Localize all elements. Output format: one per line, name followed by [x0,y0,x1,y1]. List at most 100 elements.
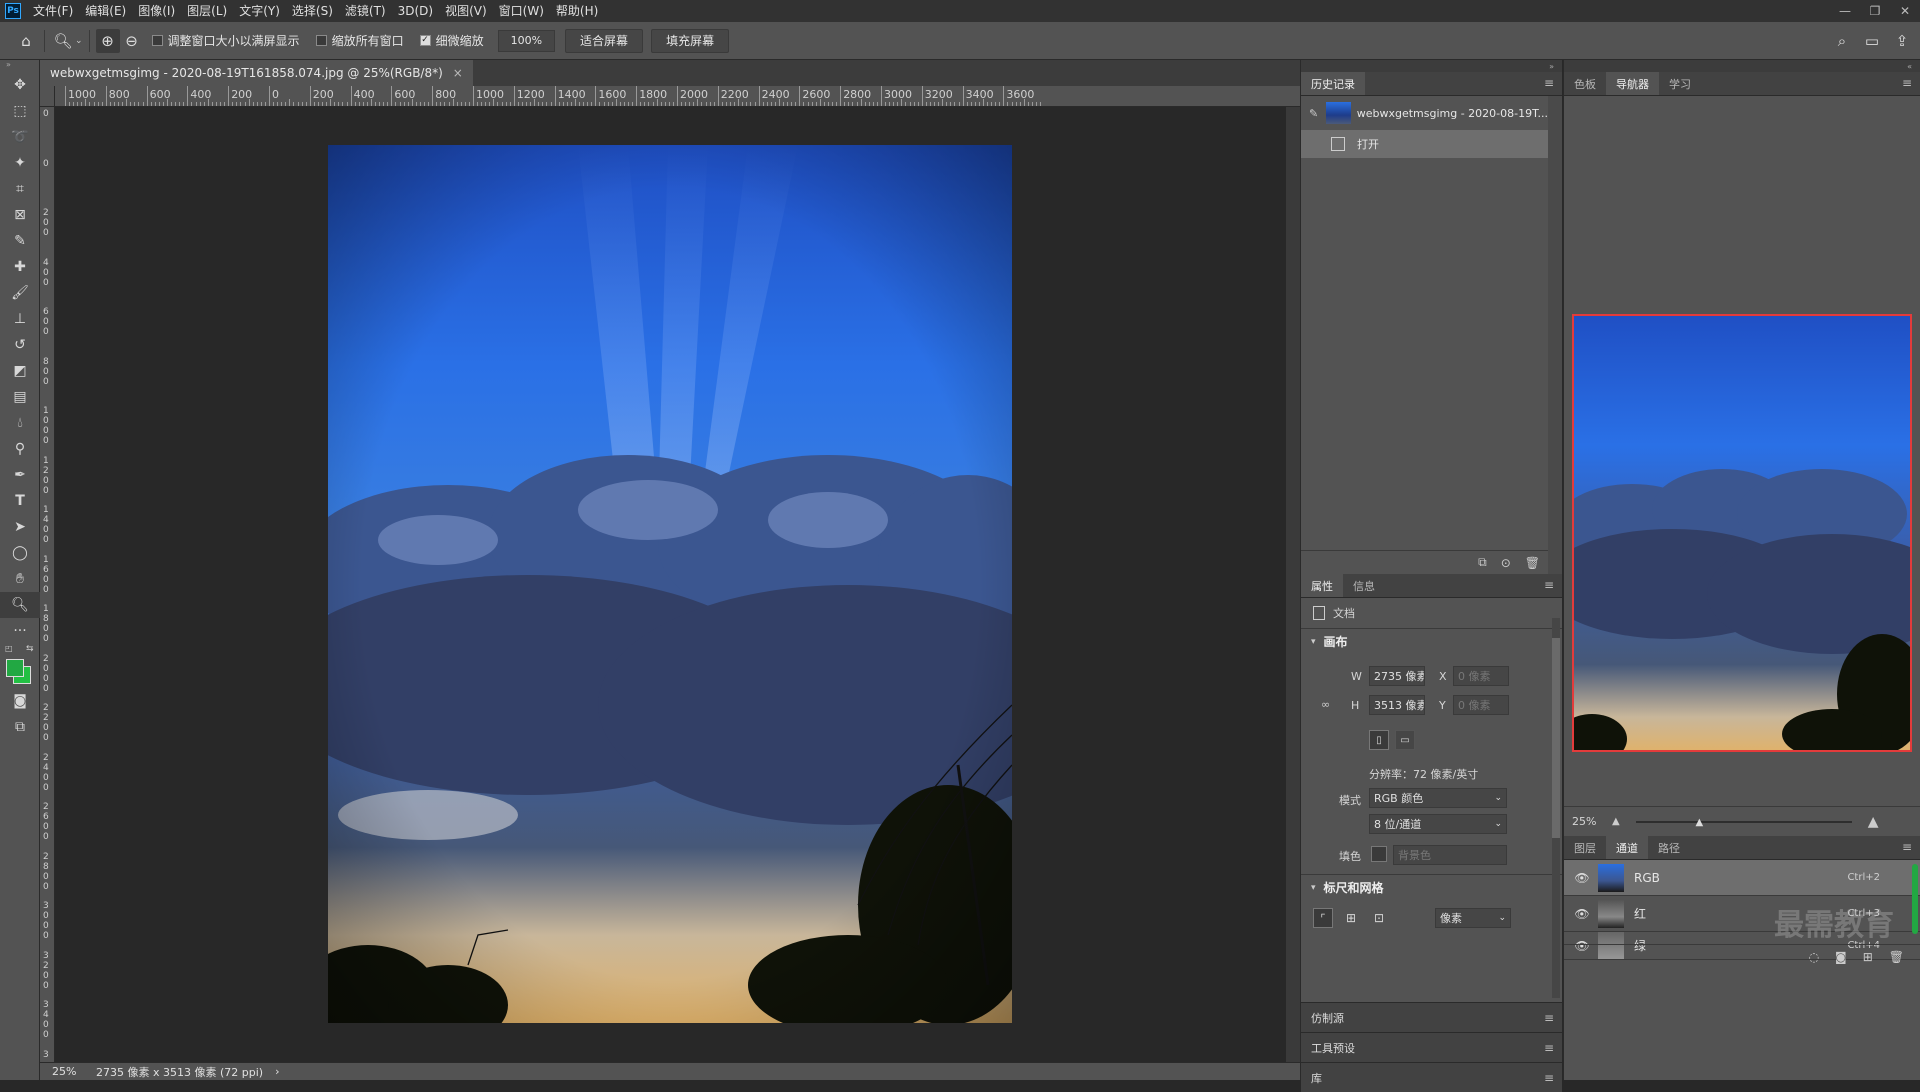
navigator-preview[interactable] [1572,314,1912,752]
visibility-eye-icon[interactable]: 👁︎ [1572,907,1592,921]
rulers-grid-section-header[interactable]: ▾ 标尺和网格 [1301,874,1562,900]
landscape-orientation-icon[interactable]: ▭ [1395,730,1415,750]
menu-layer[interactable]: 图层(L) [181,0,233,22]
panel-menu-icon[interactable]: ≡ [1544,578,1554,592]
trash-icon[interactable]: 🗑︎ [1525,556,1540,570]
crop-tool-icon[interactable]: ⌗ [0,176,40,202]
home-icon[interactable]: ⌂ [14,29,38,53]
fill-color-swatch[interactable] [1371,846,1387,862]
document-image[interactable] [328,145,1012,1023]
menu-file[interactable]: 文件(F) [27,0,79,22]
panel-menu-icon[interactable]: ≡ [1902,76,1912,90]
load-selection-icon[interactable]: ◌ [1809,950,1819,964]
horizontal-ruler[interactable]: 1000 800 600 400 200 0 200 400 600 800 1000 1200 140… [55,86,1300,107]
channel-row[interactable]: 👁︎ RGB Ctrl+2 [1564,860,1920,896]
status-menu-arrow-icon[interactable]: › [275,1065,279,1078]
blur-tool-icon[interactable]: 💧︎ [0,410,40,436]
zoom-all-windows-checkbox[interactable]: 缩放所有窗口 [315,32,404,49]
camera-icon[interactable]: ⊙ [1501,556,1511,570]
menu-select[interactable]: 选择(S) [286,0,339,22]
checkbox-box[interactable] [315,35,327,46]
close-tab-icon[interactable]: × [453,66,463,80]
brush-tool-icon[interactable]: 🖌︎ [0,280,40,306]
panel-menu-icon[interactable]: ≡ [1544,1071,1554,1085]
tab-navigator[interactable]: 导航器 [1606,72,1659,95]
tab-paths[interactable]: 路径 [1648,836,1690,859]
tab-swatches[interactable]: 色板 [1564,72,1606,95]
zoom-out-icon[interactable]: ⊖ [120,29,144,53]
clone-source-panel[interactable]: 仿制源 ≡ [1301,1002,1562,1032]
panel-menu-icon[interactable]: ≡ [1544,76,1554,90]
grid-toggle-icon[interactable]: ⊞ [1341,908,1361,928]
ruler-toggle-icon[interactable]: ⌜ [1313,908,1333,928]
workspace-icon[interactable]: ▭ [1860,29,1884,53]
panel-menu-icon[interactable]: ≡ [1902,840,1912,854]
tab-history[interactable]: 历史记录 [1301,72,1365,95]
chevron-down-icon[interactable]: ▾ [1311,637,1316,647]
zoom-in-icon[interactable]: ⊕ [95,28,120,53]
menu-help[interactable]: 帮助(H) [550,0,604,22]
fill-select[interactable]: 背景色 [1393,845,1507,865]
new-channel-icon[interactable]: ⊞ [1863,950,1873,964]
pen-tool-icon[interactable]: ✒ [0,462,40,488]
menu-3d[interactable]: 3D(D) [392,0,439,22]
portrait-orientation-icon[interactable]: ▯ [1369,730,1389,750]
scrollbar-thumb[interactable] [1552,638,1560,838]
eyedropper-tool-icon[interactable]: ✎ [0,228,40,254]
checkbox-box[interactable] [151,35,163,46]
mode-select[interactable]: RGB 颜色 ⌄ [1369,788,1507,808]
zoom-tool-icon[interactable]: 🔍︎ [0,592,40,618]
navigator-zoom-slider[interactable]: ▲ [1635,817,1852,828]
history-brush-source-icon[interactable]: ✎ [1309,107,1318,120]
new-document-from-state-icon[interactable]: ⧉ [1478,555,1487,570]
quick-mask-icon[interactable]: ◙ [0,688,40,714]
history-snapshot[interactable]: ✎ webwxgetmsgimg - 2020-08-19T... [1301,96,1548,130]
panel-menu-icon[interactable]: ≡ [1544,1041,1554,1055]
tab-learn[interactable]: 学习 [1659,72,1701,95]
restore-button[interactable]: ❐ [1860,0,1890,22]
menu-edit[interactable]: 编辑(E) [79,0,132,22]
gradient-tool-icon[interactable]: ▤ [0,384,40,410]
menu-window[interactable]: 窗口(W) [493,0,550,22]
properties-scrollbar[interactable] [1552,618,1560,998]
menu-view[interactable]: 视图(V) [439,0,493,22]
tab-properties[interactable]: 属性 [1301,574,1343,597]
close-window-button[interactable]: ✕ [1890,0,1920,22]
visibility-eye-icon[interactable]: 👁︎ [1572,871,1592,885]
lasso-tool-icon[interactable]: ➰ [0,124,40,150]
tab-info[interactable]: 信息 [1343,574,1385,597]
x-field[interactable]: 0 像素 [1453,666,1509,686]
minimize-button[interactable]: — [1830,0,1860,22]
panel-menu-icon[interactable]: ≡ [1544,1011,1554,1025]
status-zoom[interactable]: 25% [52,1065,92,1078]
healing-brush-tool-icon[interactable]: ✚ [0,254,40,280]
canvas-area[interactable] [56,107,1300,1065]
bit-depth-select[interactable]: 8 位/通道 ⌄ [1369,814,1507,834]
collapse-panels-icon[interactable]: « [1564,60,1920,72]
type-tool-icon[interactable]: T [0,488,40,514]
collapse-panels-icon[interactable]: » [1301,60,1562,72]
chevron-down-icon[interactable]: ▾ [1311,883,1316,893]
default-colors-icon[interactable]: ◰ [5,644,13,653]
tab-channels[interactable]: 通道 [1606,836,1648,859]
tool-presets-panel[interactable]: 工具预设 ≡ [1301,1032,1562,1062]
scrubby-zoom-checkbox[interactable]: ✓ 细微缩放 [419,32,484,49]
menu-type[interactable]: 文字(Y) [233,0,286,22]
tab-layers[interactable]: 图层 [1564,836,1606,859]
eraser-tool-icon[interactable]: ◩ [0,358,40,384]
toolbar-collapse-icon[interactable]: » [0,60,39,72]
zoom-percentage-field[interactable]: 100% [497,29,556,52]
ellipse-tool-icon[interactable]: ◯ [0,540,40,566]
clone-stamp-tool-icon[interactable]: ⊥ [0,306,40,332]
ruler-origin[interactable] [40,86,55,107]
fit-screen-button[interactable]: 适合屏幕 [565,28,644,53]
hand-tool-icon[interactable]: ✋︎ [0,566,40,592]
vertical-ruler[interactable]: 0 0 200 400 600 800 1000 1200 1400 1600 1800 2000 22… [40,107,55,1065]
magic-wand-tool-icon[interactable]: ✦ [0,150,40,176]
fill-screen-button[interactable]: 填充屏幕 [651,28,730,53]
link-icon[interactable]: ∞ [1321,698,1330,711]
y-field[interactable]: 0 像素 [1453,695,1509,715]
zoom-out-mountain-icon[interactable]: ▲ [1612,816,1620,827]
checkbox-box-checked[interactable]: ✓ [419,35,431,46]
share-icon[interactable]: ⇪ [1890,29,1914,53]
